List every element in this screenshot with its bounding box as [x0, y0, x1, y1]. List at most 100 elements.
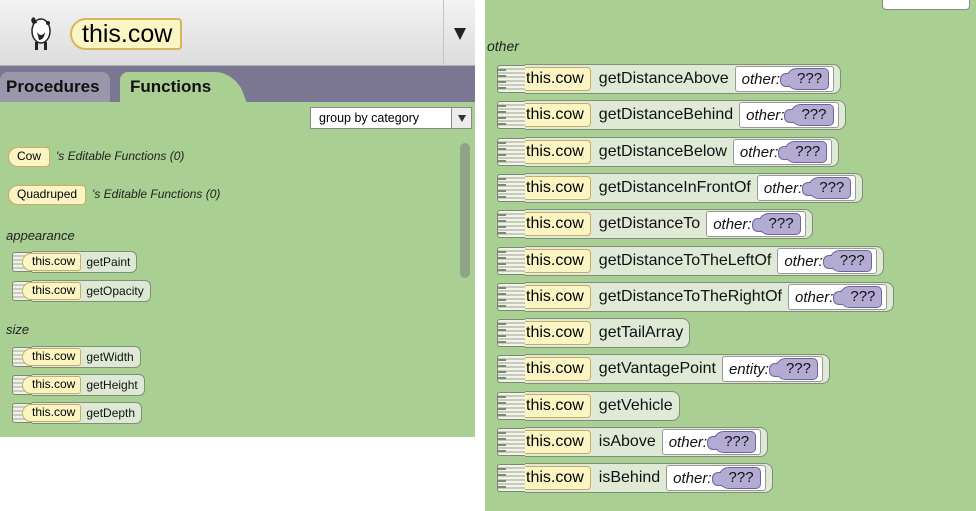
group-by-select[interactable]	[882, 0, 970, 10]
argument-name: other:	[668, 433, 708, 451]
argument-slot[interactable]: other:???	[706, 211, 806, 237]
argument-name: other:	[741, 70, 781, 88]
method-name: isBehind	[598, 469, 661, 486]
argument-slot[interactable]: other:???	[661, 429, 762, 455]
target-pill: this.cow	[22, 253, 82, 271]
drag-handle[interactable]	[497, 138, 525, 166]
drag-handle[interactable]	[497, 210, 525, 238]
function-tile[interactable]: this.cow getDepth	[12, 402, 143, 424]
argument-value[interactable]: ???	[780, 68, 830, 90]
argument-value[interactable]: ???	[778, 141, 828, 163]
editable-functions-quadruped: Quadruped 's Editable Functions (0)	[8, 183, 220, 205]
drag-handle[interactable]	[497, 101, 525, 129]
function-tile[interactable]: this.cow getDistanceBehind other:???	[497, 100, 846, 130]
method-name: getTailArray	[598, 324, 684, 341]
group-by-select[interactable]: group by category	[310, 107, 472, 129]
method-name: getDistanceBehind	[598, 106, 734, 123]
argument-value[interactable]: ???	[822, 250, 872, 272]
function-tile[interactable]: this.cow getDistanceInFrontOf other:???	[497, 173, 864, 203]
drag-handle[interactable]	[497, 355, 525, 383]
drag-handle[interactable]	[497, 65, 525, 93]
function-tile[interactable]: this.cow isBehind other:???	[497, 463, 773, 493]
argument-slot[interactable]: other:???	[756, 175, 857, 201]
argument-name: other:	[784, 252, 823, 270]
category-label: other	[487, 38, 519, 54]
argument-value[interactable]: ???	[802, 177, 852, 199]
type-pill[interactable]: Quadruped	[8, 185, 87, 205]
argument-value[interactable]: ???	[751, 213, 801, 235]
drag-handle[interactable]	[497, 174, 525, 202]
category-label: appearance	[6, 228, 75, 243]
argument-slot[interactable]: other:???	[777, 248, 877, 274]
argument-slot[interactable]: other:???	[739, 102, 839, 128]
argument-name: other:	[763, 179, 803, 197]
method-name: getVantagePoint	[598, 360, 716, 377]
functions-panel-scrolled: other this.cow getDistanceAbove other:??? t…	[485, 0, 976, 511]
tab-procedures[interactable]: Procedures	[0, 72, 110, 102]
argument-slot[interactable]: entity:???	[721, 356, 823, 382]
function-tile[interactable]: this.cow getDistanceBelow other:???	[497, 137, 840, 167]
scrollbar-thumb[interactable]	[460, 143, 470, 278]
editable-label: 's Editable Functions (0)	[92, 187, 221, 201]
subject-header[interactable]: this.cow	[0, 0, 475, 66]
method-name: getDistanceInFrontOf	[598, 179, 751, 196]
function-tile[interactable]: this.cow getTailArray	[497, 318, 691, 348]
category-label: size	[6, 322, 30, 337]
function-tile[interactable]: this.cow getOpacity	[12, 280, 151, 302]
method-name: getDepth	[86, 406, 136, 420]
target-pill: this.cow	[22, 404, 82, 422]
method-name: getDistanceAbove	[598, 70, 729, 87]
editable-label: 's Editable Functions (0)	[56, 149, 185, 163]
method-name: getPaint	[86, 255, 131, 269]
argument-value[interactable]: ???	[707, 431, 757, 453]
drag-handle[interactable]	[497, 428, 525, 456]
function-tile[interactable]: this.cow getDistanceAbove other:???	[497, 64, 842, 94]
drag-handle[interactable]	[497, 247, 525, 275]
method-name: getHeight	[86, 378, 138, 392]
function-tile[interactable]: this.cow getHeight	[12, 374, 145, 396]
argument-slot[interactable]: other:???	[666, 465, 766, 491]
argument-slot[interactable]: other:???	[788, 284, 888, 310]
subject-dropdown-button[interactable]	[443, 0, 475, 66]
function-tile[interactable]: this.cow getWidth	[12, 346, 141, 368]
target-pill: this.cow	[22, 282, 82, 300]
chevron-down-icon	[451, 108, 471, 128]
type-pill[interactable]: Cow	[8, 147, 51, 167]
function-tile[interactable]: this.cow getVantagePoint entity:???	[497, 354, 830, 384]
target-pill: this.cow	[22, 376, 82, 394]
argument-slot[interactable]: other:???	[734, 66, 835, 92]
argument-name: other:	[746, 106, 785, 124]
cow-icon	[31, 17, 51, 50]
function-tile[interactable]: this.cow isAbove other:???	[497, 427, 769, 457]
function-tile[interactable]: this.cow getDistanceToTheRightOf other:???	[497, 282, 895, 312]
argument-value[interactable]: ???	[784, 104, 834, 126]
method-name: getDistanceToTheLeftOf	[598, 252, 772, 269]
drag-handle[interactable]	[497, 319, 525, 347]
function-tile[interactable]: this.cow getVehicle	[497, 391, 680, 421]
drag-handle[interactable]	[497, 392, 525, 420]
method-name: getWidth	[86, 350, 134, 364]
method-name: isAbove	[598, 433, 656, 450]
target-pill: this.cow	[22, 348, 82, 366]
function-tile[interactable]: this.cow getDistanceTo other:???	[497, 209, 813, 239]
argument-value[interactable]: ???	[768, 358, 818, 380]
argument-value[interactable]: ???	[711, 467, 761, 489]
function-tile[interactable]: this.cow getPaint	[12, 251, 138, 273]
group-by-value: group by category	[319, 111, 420, 125]
argument-name: entity:	[728, 360, 769, 378]
argument-slot[interactable]: other:???	[732, 139, 833, 165]
tab-bar: Procedures Functions	[0, 66, 475, 102]
argument-name: other:	[713, 215, 752, 233]
editable-functions-cow: Cow 's Editable Functions (0)	[8, 145, 184, 167]
drag-handle[interactable]	[497, 283, 525, 311]
drag-handle[interactable]	[497, 464, 525, 492]
subject-pill[interactable]: this.cow	[70, 18, 183, 50]
tab-functions[interactable]: Functions	[120, 72, 222, 102]
argument-name: other:	[739, 143, 779, 161]
function-tile[interactable]: this.cow getDistanceToTheLeftOf other:???	[497, 246, 884, 276]
method-name: getVehicle	[598, 397, 673, 414]
method-name: getDistanceBelow	[598, 143, 727, 160]
method-name: getDistanceToTheRightOf	[598, 288, 782, 305]
method-name: getDistanceTo	[598, 215, 701, 232]
argument-value[interactable]: ???	[833, 286, 883, 308]
